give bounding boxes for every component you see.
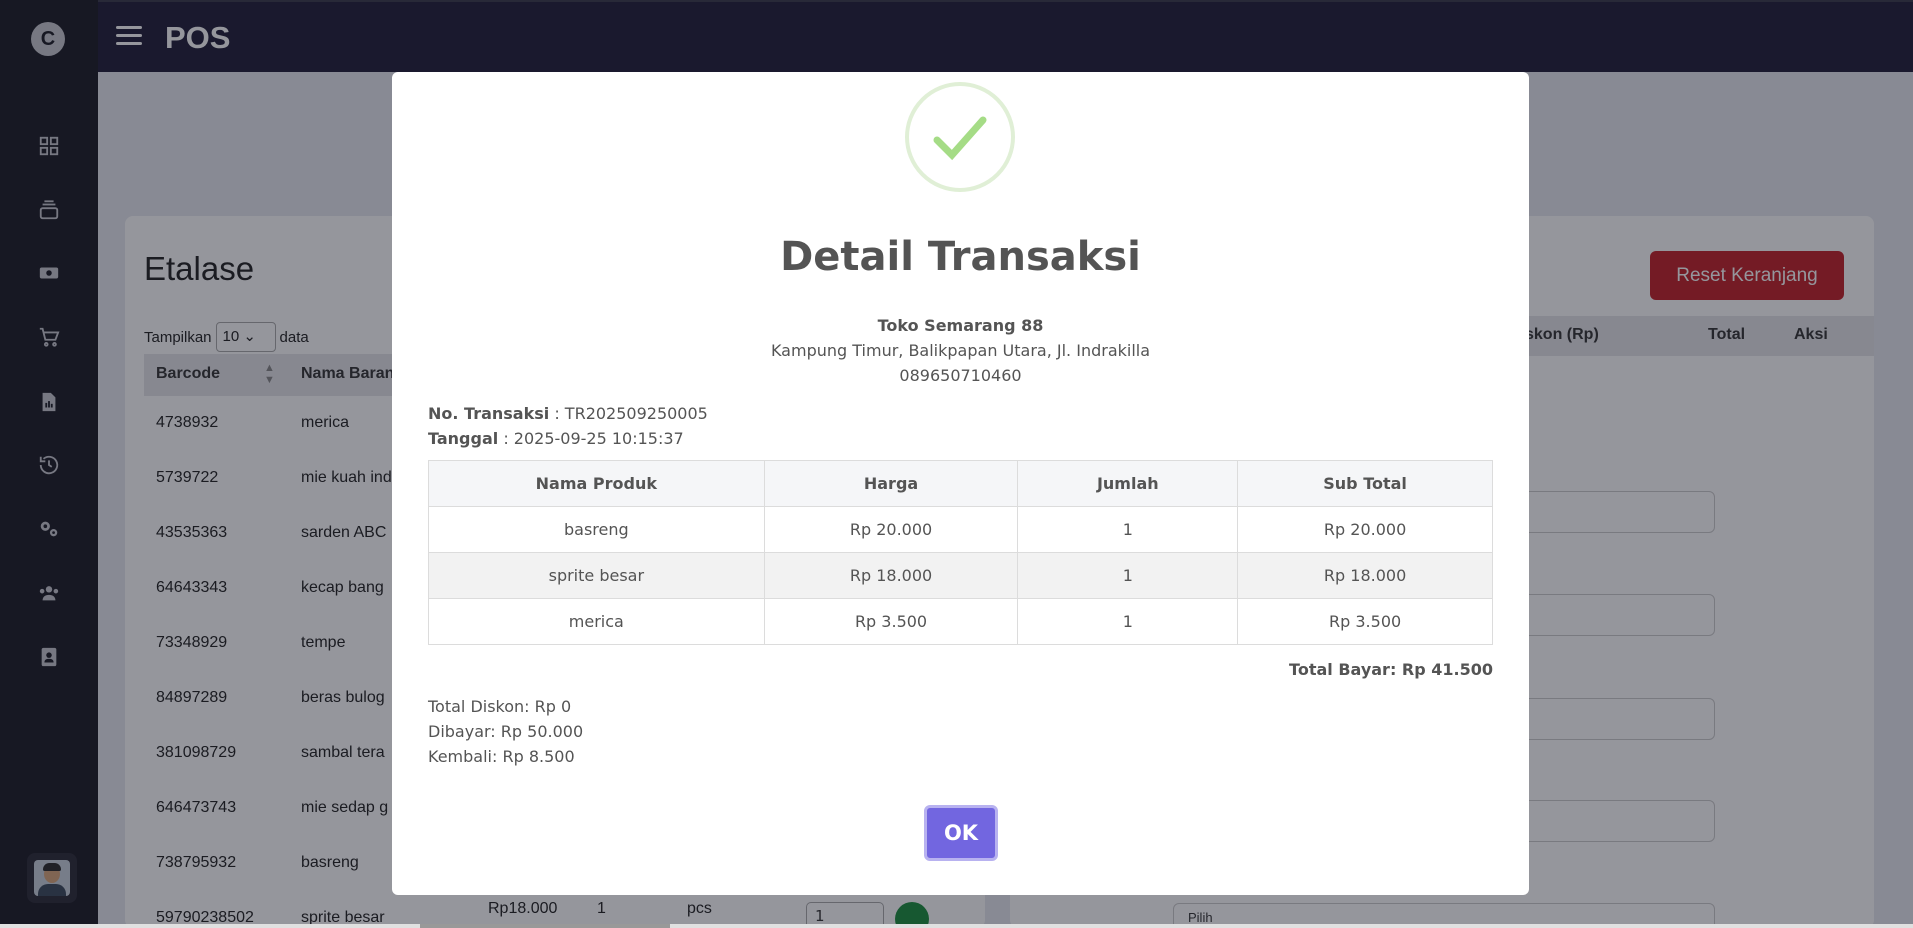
amount-paid: Dibayar: Rp 50.000	[428, 722, 584, 741]
item-price: Rp 20.000	[763, 506, 1019, 553]
table-row: merica Rp 3.500 1 Rp 3.500	[428, 598, 1493, 645]
item-subtotal: Rp 3.500	[1237, 598, 1493, 645]
item-qty: 1	[1017, 506, 1239, 553]
horizontal-scrollbar[interactable]	[0, 924, 1913, 928]
table-row: sprite besar Rp 18.000 1 Rp 18.000	[428, 552, 1493, 599]
col-price: Harga	[763, 460, 1019, 507]
item-price: Rp 18.000	[763, 552, 1019, 599]
item-subtotal: Rp 18.000	[1237, 552, 1493, 599]
transaction-date: Tanggal : 2025-09-25 10:15:37	[428, 429, 684, 448]
ok-button[interactable]: OK	[924, 805, 998, 861]
col-product-name: Nama Produk	[428, 460, 765, 507]
item-price: Rp 3.500	[763, 598, 1019, 645]
modal-title: Detail Transaksi	[780, 234, 1141, 280]
transaction-number: No. Transaksi : TR202509250005	[428, 404, 708, 423]
store-phone: 089650710460	[899, 366, 1022, 385]
transaction-detail-modal: Detail Transaksi Toko Semarang 88 Kampun…	[392, 72, 1529, 895]
transaction-items-table: Nama Produk Harga Jumlah Sub Total basre…	[428, 460, 1493, 645]
item-name: merica	[428, 598, 765, 645]
table-row: basreng Rp 20.000 1 Rp 20.000	[428, 506, 1493, 553]
col-qty: Jumlah	[1017, 460, 1239, 507]
success-check-icon	[905, 82, 1015, 192]
scrollbar-thumb[interactable]	[420, 924, 670, 928]
total-discount: Total Diskon: Rp 0	[428, 697, 572, 716]
item-subtotal: Rp 20.000	[1237, 506, 1493, 553]
col-subtotal: Sub Total	[1237, 460, 1493, 507]
item-qty: 1	[1017, 552, 1239, 599]
item-name: basreng	[428, 506, 765, 553]
store-address: Kampung Timur, Balikpapan Utara, Jl. Ind…	[770, 341, 1151, 360]
item-name: sprite besar	[428, 552, 765, 599]
total-payment: Total Bayar: Rp 41.500	[1289, 660, 1493, 679]
item-qty: 1	[1017, 598, 1239, 645]
change-amount: Kembali: Rp 8.500	[428, 747, 575, 766]
store-name: Toko Semarang 88	[877, 316, 1044, 335]
